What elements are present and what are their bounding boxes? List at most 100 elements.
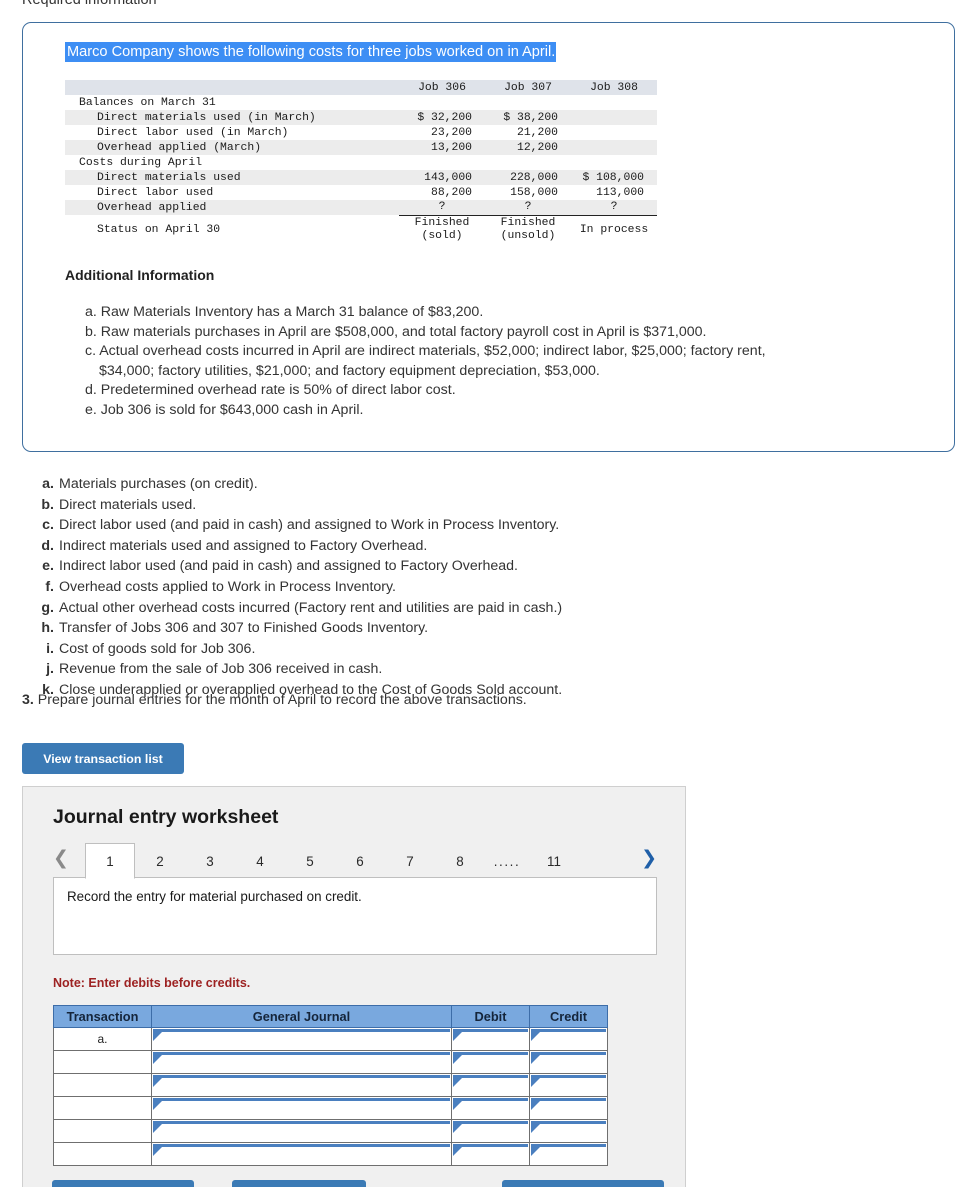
je-debit-input[interactable] bbox=[453, 1121, 528, 1141]
status-row-label: Status on April 30 bbox=[97, 224, 221, 236]
view-general-journal-button[interactable]: View general journal bbox=[502, 1180, 664, 1187]
cost-row-label: Direct labor used (in March) bbox=[97, 126, 289, 139]
je-general-journal-select-cell[interactable] bbox=[151, 1142, 452, 1166]
clear-entry-button[interactable]: Clear entry bbox=[232, 1180, 366, 1187]
transaction-text: Revenue from the sale of Job 306 receive… bbox=[59, 661, 383, 678]
je-transaction-cell bbox=[53, 1073, 152, 1097]
cost-row-value bbox=[571, 140, 657, 155]
record-entry-button[interactable]: Record entry bbox=[52, 1180, 194, 1187]
je-debit-input-cell[interactable] bbox=[451, 1119, 530, 1143]
je-credit-input[interactable] bbox=[531, 1144, 606, 1164]
je-general-journal-select[interactable] bbox=[153, 1144, 450, 1164]
worksheet-tab-11[interactable]: 11 bbox=[529, 843, 579, 879]
je-general-journal-select[interactable] bbox=[153, 1121, 450, 1141]
cost-row-value: ? bbox=[571, 200, 657, 216]
transaction-list-item: b. Direct materials used. bbox=[38, 495, 678, 516]
je-credit-input[interactable] bbox=[531, 1029, 606, 1049]
je-general-journal-select-cell[interactable] bbox=[151, 1119, 452, 1143]
worksheet-tab-1[interactable]: 1 bbox=[85, 843, 135, 879]
worksheet-tab-7[interactable]: 7 bbox=[385, 843, 435, 879]
cost-row-value: ? bbox=[399, 200, 485, 216]
je-credit-input-cell[interactable] bbox=[529, 1119, 608, 1143]
je-debit-input-cell[interactable] bbox=[451, 1027, 530, 1051]
chevron-right-icon[interactable]: ❯ bbox=[641, 847, 657, 869]
worksheet-tab-3[interactable]: 3 bbox=[185, 843, 235, 879]
worksheet-pager: ❮ 1 2 3 4 5 6 7 8..... 11 ❯ bbox=[53, 843, 657, 879]
worksheet-tab-4[interactable]: 4 bbox=[235, 843, 285, 879]
status-row-value: In process bbox=[579, 223, 649, 236]
clipped-header-text: Required information bbox=[22, 0, 157, 8]
cost-table-row: Direct labor used 88,200 158,000 113,000 bbox=[65, 185, 657, 200]
je-general-journal-select-cell[interactable] bbox=[151, 1027, 452, 1051]
je-credit-input-cell[interactable] bbox=[529, 1027, 608, 1051]
je-header-credit: Credit bbox=[529, 1005, 608, 1028]
cost-row-value: $ 108,000 bbox=[582, 171, 644, 184]
je-general-journal-select-cell[interactable] bbox=[151, 1096, 452, 1120]
worksheet-tabs-ellipsis: ..... bbox=[493, 853, 521, 869]
je-debit-input-cell[interactable] bbox=[451, 1073, 530, 1097]
je-credit-input[interactable] bbox=[531, 1075, 606, 1095]
worksheet-tab-2[interactable]: 2 bbox=[135, 843, 185, 879]
je-credit-input[interactable] bbox=[531, 1052, 606, 1072]
je-debit-input[interactable] bbox=[453, 1144, 528, 1164]
debits-before-credits-note: Note: Enter debits before credits. bbox=[53, 976, 251, 990]
je-header-debit: Debit bbox=[451, 1005, 530, 1028]
cost-row-value: $ 38,200 bbox=[503, 111, 558, 124]
transaction-list-item: f. Overhead costs applied to Work in Proc… bbox=[38, 577, 678, 598]
cost-row-label: Overhead applied (March) bbox=[97, 141, 262, 154]
requirement-text: Prepare journal entries for the month of… bbox=[37, 692, 527, 708]
je-debit-input[interactable] bbox=[453, 1098, 528, 1118]
je-debit-input[interactable] bbox=[453, 1052, 528, 1072]
je-credit-input-cell[interactable] bbox=[529, 1096, 608, 1120]
additional-information-list: a. Raw Materials Inventory has a March 3… bbox=[85, 303, 925, 420]
je-debit-input[interactable] bbox=[453, 1029, 528, 1049]
je-credit-input[interactable] bbox=[531, 1098, 606, 1118]
je-general-journal-select[interactable] bbox=[153, 1075, 450, 1095]
je-general-journal-select-cell[interactable] bbox=[151, 1050, 452, 1074]
je-row bbox=[53, 1073, 608, 1097]
cost-row-value: 228,000 bbox=[510, 171, 558, 184]
cost-col-header: Job 306 bbox=[418, 81, 466, 94]
journal-entry-worksheet-panel: Journal entry worksheet ❮ 1 2 3 4 5 6 7 8..... 1… bbox=[22, 786, 686, 1187]
cost-row-value bbox=[485, 95, 571, 110]
transaction-text: Overhead costs applied to Work in Proces… bbox=[59, 578, 396, 595]
worksheet-tab-6[interactable]: 6 bbox=[335, 843, 385, 879]
je-general-journal-select-cell[interactable] bbox=[151, 1073, 452, 1097]
transaction-text: Materials purchases (on credit). bbox=[59, 476, 258, 492]
worksheet-prompt: Record the entry for material purchased … bbox=[53, 877, 657, 955]
cost-table-row: Costs during April bbox=[65, 155, 657, 170]
cost-row-value bbox=[571, 95, 657, 110]
cost-row-value: 88,200 bbox=[430, 186, 472, 199]
cost-row-value: 21,200 bbox=[516, 126, 558, 139]
worksheet-tab-8[interactable]: 8 bbox=[435, 843, 485, 879]
je-debit-input-cell[interactable] bbox=[451, 1050, 530, 1074]
transaction-list-item: i. Cost of goods sold for Job 306. bbox=[38, 639, 678, 660]
je-credit-input-cell[interactable] bbox=[529, 1142, 608, 1166]
je-credit-input-cell[interactable] bbox=[529, 1050, 608, 1074]
cost-row-label: Direct materials used (in March) bbox=[97, 111, 316, 124]
transaction-letter: i. bbox=[46, 640, 54, 657]
cost-row-label: Direct materials used bbox=[97, 171, 241, 184]
transaction-list-item: h. Transfer of Jobs 306 and 307 to Finish… bbox=[38, 618, 678, 639]
cost-row-label: Balances on March 31 bbox=[79, 96, 216, 109]
additional-info-text: e. Job 306 is sold for $643,000 cash in … bbox=[85, 401, 364, 418]
chevron-left-icon[interactable]: ❮ bbox=[53, 847, 69, 869]
requirement-3: 3. Prepare journal entries for the month… bbox=[22, 692, 527, 708]
transaction-list-item: g. Actual other overhead costs incurred (… bbox=[38, 598, 678, 619]
je-credit-input-cell[interactable] bbox=[529, 1073, 608, 1097]
cost-row-value bbox=[571, 110, 657, 125]
je-debit-input-cell[interactable] bbox=[451, 1096, 530, 1120]
je-debit-input[interactable] bbox=[453, 1075, 528, 1095]
je-general-journal-select[interactable] bbox=[153, 1098, 450, 1118]
worksheet-tab-5[interactable]: 5 bbox=[285, 843, 335, 879]
transaction-text: Direct materials used. bbox=[59, 496, 197, 513]
transaction-letter: c. bbox=[42, 517, 54, 534]
je-general-journal-select[interactable] bbox=[153, 1052, 450, 1072]
je-general-journal-select[interactable] bbox=[153, 1029, 450, 1049]
je-debit-input-cell[interactable] bbox=[451, 1142, 530, 1166]
problem-title-highlighted: Marco Company shows the following costs … bbox=[65, 42, 557, 62]
view-transaction-list-button[interactable]: View transaction list bbox=[22, 743, 184, 774]
cost-row-value bbox=[399, 155, 485, 170]
je-credit-input[interactable] bbox=[531, 1121, 606, 1141]
cost-table-row: Overhead applied (March) 13,200 12,200 bbox=[65, 140, 657, 155]
